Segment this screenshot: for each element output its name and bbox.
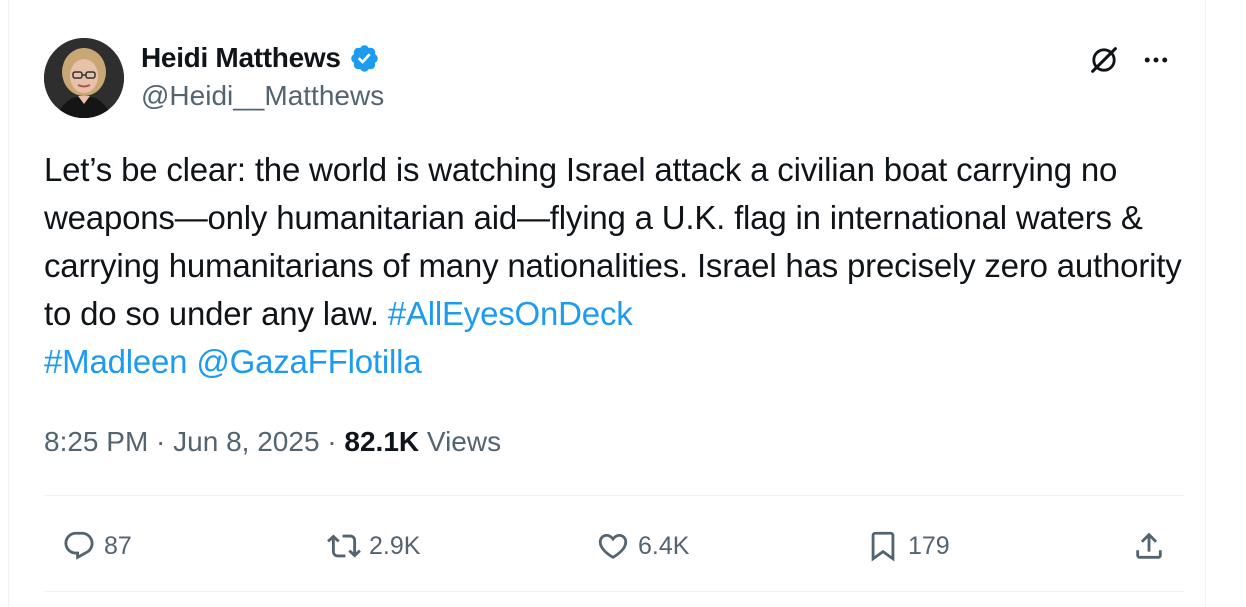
reply-button[interactable]: 87 xyxy=(62,520,132,572)
grok-button[interactable] xyxy=(1084,40,1124,80)
repost-button[interactable]: 2.9K xyxy=(327,520,420,572)
bookmark-count: 179 xyxy=(908,531,950,560)
reply-icon xyxy=(64,531,94,560)
tweet-text: Let’s be clear: the world is watching Is… xyxy=(44,146,1184,386)
reply-count: 87 xyxy=(104,531,132,560)
tweet-time[interactable]: 8:25 PM xyxy=(44,426,148,458)
mention-gazaffflotilla[interactable]: @GazaFFlotilla xyxy=(196,343,421,380)
action-bar: 87 2.9K 6.4K 179 xyxy=(44,520,1184,572)
bottom-divider xyxy=(44,591,1184,592)
repost-count: 2.9K xyxy=(369,531,421,560)
hashtag-madleen[interactable]: #Madleen xyxy=(44,343,188,380)
bookmark-icon xyxy=(871,531,895,562)
heart-icon xyxy=(598,533,628,559)
repost-icon xyxy=(327,534,361,558)
tweet-meta: 8:25 PM · Jun 8, 2025 · 82.1K Views xyxy=(44,420,501,464)
tweet-card: Heidi Matthews @Heidi__Matthews Let’s be… xyxy=(8,0,1206,607)
tweet-date[interactable]: Jun 8, 2025 xyxy=(173,426,319,458)
author-name-row: Heidi Matthews xyxy=(141,40,380,76)
verified-badge-icon[interactable] xyxy=(349,43,380,74)
text-space xyxy=(187,343,196,380)
avatar[interactable] xyxy=(44,38,124,118)
meta-separator: · xyxy=(148,426,174,457)
views-count: 82.1K xyxy=(344,426,420,457)
hashtag-alleyesondeck[interactable]: #AllEyesOnDeck xyxy=(388,295,633,332)
like-count: 6.4K xyxy=(638,531,690,560)
author-display-name[interactable]: Heidi Matthews xyxy=(141,42,341,74)
share-icon xyxy=(1136,532,1162,559)
bookmark-button[interactable]: 179 xyxy=(866,520,950,572)
divider xyxy=(44,495,1184,496)
grok-icon xyxy=(1091,47,1117,73)
author-handle[interactable]: @Heidi__Matthews xyxy=(141,80,384,112)
more-icon xyxy=(1144,57,1168,63)
like-button[interactable]: 6.4K xyxy=(596,520,689,572)
more-options-button[interactable] xyxy=(1136,40,1176,80)
meta-separator: · xyxy=(319,426,345,457)
share-button[interactable] xyxy=(1132,520,1166,572)
views-label: Views xyxy=(419,426,502,457)
